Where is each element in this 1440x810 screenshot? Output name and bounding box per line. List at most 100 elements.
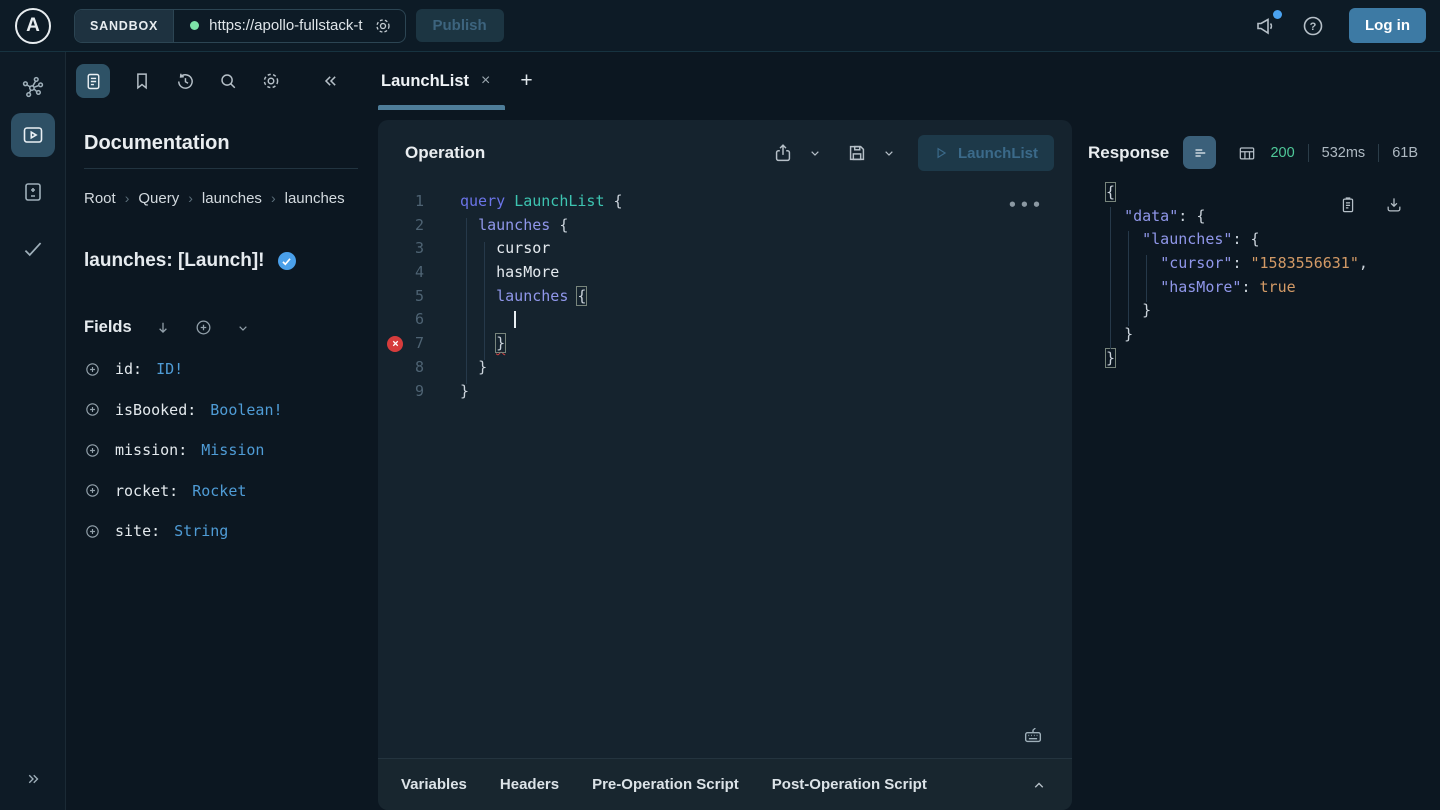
run-operation-button[interactable]: LaunchList [918, 135, 1054, 171]
settings-gear-icon[interactable] [260, 70, 282, 92]
explorer-panel: LaunchList × + Documentation Root›Query›… [66, 52, 1440, 810]
help-icon[interactable]: ? [1301, 14, 1325, 38]
code-text: "data": { [1106, 207, 1205, 225]
field-name[interactable]: id: [115, 360, 142, 378]
new-tab-icon[interactable]: + [520, 69, 532, 93]
endpoint-url[interactable]: https://apollo-fullstack-t [209, 17, 362, 34]
code-text: launches { [460, 214, 568, 238]
explorer-body: Documentation Root›Query›launches›launch… [66, 110, 1440, 810]
save-icon[interactable] [846, 142, 868, 164]
endpoint-url-segment[interactable]: https://apollo-fullstack-t [174, 10, 404, 42]
schema-graph-icon[interactable] [20, 74, 46, 100]
editor-line[interactable]: 6 [378, 308, 1072, 332]
sort-arrow-down-icon[interactable] [154, 319, 172, 337]
field-type[interactable]: String [174, 522, 228, 540]
add-all-fields-icon[interactable] [194, 318, 213, 337]
editor-line[interactable]: 8 } [378, 356, 1072, 380]
footer-tab-headers[interactable]: Headers [500, 776, 559, 793]
documentation-icon[interactable] [76, 64, 110, 98]
editor-line[interactable]: 3 cursor [378, 237, 1072, 261]
table-view-toggle[interactable] [1230, 136, 1263, 169]
response-actions [1338, 195, 1404, 215]
footer-tab-pre-operation-script[interactable]: Pre-Operation Script [592, 776, 739, 793]
code-text: "launches": { [1106, 230, 1260, 248]
publish-button[interactable]: Publish [416, 9, 504, 42]
bookmark-icon[interactable] [131, 70, 153, 92]
breadcrumb-item[interactable]: Root [84, 190, 116, 207]
response-title: Response [1088, 143, 1169, 163]
add-field-icon[interactable] [84, 442, 101, 459]
tab-label[interactable]: LaunchList [381, 72, 469, 91]
field-row: id: ID! [84, 349, 358, 390]
left-navigation-rail [0, 52, 66, 810]
field-row: isBooked: Boolean! [84, 390, 358, 431]
json-view-toggle[interactable] [1183, 136, 1216, 169]
breadcrumb-item[interactable]: Query [138, 190, 179, 207]
response-header: Response 200 532ms 61B [1088, 136, 1418, 169]
expand-rail-button[interactable] [0, 770, 66, 788]
chevron-right-icon: › [125, 190, 130, 206]
collapse-footer-chevron-icon[interactable] [1030, 776, 1048, 794]
connection-settings-gear-icon[interactable] [373, 16, 393, 36]
download-response-icon[interactable] [1384, 195, 1404, 215]
chevron-down-icon[interactable] [881, 145, 897, 161]
footer-tab-variables[interactable]: Variables [401, 776, 467, 793]
rail-item-checks[interactable] [11, 227, 55, 271]
add-field-icon[interactable] [84, 482, 101, 499]
chevron-down-icon[interactable] [235, 320, 251, 336]
field-type[interactable]: Mission [201, 441, 264, 459]
apollo-logo[interactable]: A [0, 8, 66, 44]
fields-list: id: ID! isBooked: Boolean! mission: Mission ro… [84, 349, 358, 552]
add-field-icon[interactable] [84, 523, 101, 540]
response-status: 200 532ms 61B [1270, 144, 1418, 162]
field-name[interactable]: site: [115, 522, 160, 540]
line-number: 3 [394, 237, 424, 261]
code-text: } [460, 356, 487, 380]
editor-line[interactable]: 9} [378, 380, 1072, 404]
tab-close-icon[interactable]: × [479, 72, 492, 90]
keyboard-shortcuts-icon[interactable] [1022, 724, 1044, 746]
rail-item-explorer[interactable] [11, 113, 55, 157]
collapse-sidebar-icon[interactable] [321, 71, 341, 91]
response-panel: Response 200 532ms 61B [1072, 110, 1440, 810]
error-icon [387, 336, 403, 352]
breadcrumb-item[interactable]: launches [202, 190, 262, 207]
indent-guide [1146, 255, 1147, 302]
response-json-line: "cursor": "1583556631", [1088, 252, 1418, 276]
line-number: 9 [394, 380, 424, 404]
announcements-megaphone-icon[interactable] [1253, 14, 1277, 38]
field-type[interactable]: ID! [156, 360, 183, 378]
editor-line[interactable]: 2 launches { [378, 214, 1072, 238]
add-field-icon[interactable] [84, 401, 101, 418]
field-name[interactable]: mission: [115, 441, 187, 459]
code-text: { [1106, 183, 1115, 201]
editor-line[interactable]: 1query LaunchList { [378, 190, 1072, 214]
field-type[interactable]: Boolean! [210, 401, 282, 419]
chevron-down-icon[interactable] [807, 145, 823, 161]
copy-response-icon[interactable] [1338, 195, 1358, 215]
tab-launchlist[interactable]: LaunchList × + [381, 69, 533, 93]
history-icon[interactable] [174, 70, 196, 92]
search-icon[interactable] [217, 70, 239, 92]
footer-tab-post-operation-script[interactable]: Post-Operation Script [772, 776, 927, 793]
code-text: launches { [460, 285, 586, 309]
code-text: cursor [460, 237, 550, 261]
field-name[interactable]: rocket: [115, 482, 178, 500]
apollo-sandbox-app: A SANDBOX https://apollo-fullstack-t Pub… [0, 0, 1440, 810]
field-signature: launches: [Launch]! [84, 250, 265, 272]
notification-dot [1273, 10, 1282, 19]
editor-line[interactable]: 5 launches { [378, 285, 1072, 309]
editor-line[interactable]: 4 hasMore [378, 261, 1072, 285]
editor-lines: 1query LaunchList {2 launches {3 cursor4… [378, 190, 1072, 403]
share-icon[interactable] [772, 142, 794, 164]
field-type[interactable]: Rocket [192, 482, 246, 500]
line-number: 4 [394, 261, 424, 285]
field-name[interactable]: isBooked: [115, 401, 196, 419]
rail-item-changelog[interactable] [11, 170, 55, 214]
login-button[interactable]: Log in [1349, 8, 1426, 43]
add-field-icon[interactable] [84, 361, 101, 378]
editor-more-menu-icon[interactable]: ••• [1008, 194, 1044, 218]
operation-editor[interactable]: 1query LaunchList {2 launches {3 cursor4… [378, 186, 1072, 758]
editor-line[interactable]: 7 } [378, 332, 1072, 356]
active-tab-underline [378, 105, 505, 110]
